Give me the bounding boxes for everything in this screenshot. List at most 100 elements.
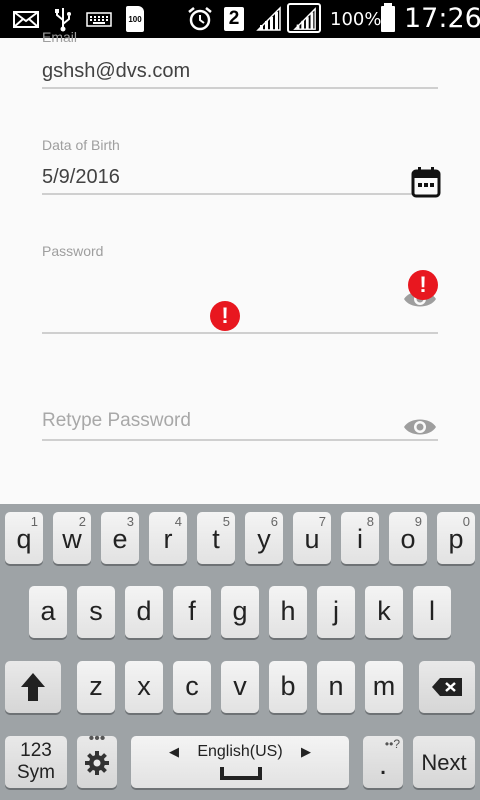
sim2-icon: 2: [224, 7, 244, 31]
language-right-arrow: ▶: [301, 744, 311, 759]
battery-icon: [381, 3, 395, 32]
key-o[interactable]: 9o: [389, 512, 427, 564]
key-label: o: [400, 524, 416, 554]
sd-card-icon: 100: [126, 6, 144, 32]
dob-value: 5/9/2016: [42, 166, 120, 188]
mail-icon: [13, 11, 39, 28]
key-label: y: [257, 524, 271, 554]
symbols-key[interactable]: 123 Sym: [5, 736, 67, 788]
soft-keyboard: 1q2w3e4r5t6y7u8i9o0p a s d f g h j k l z x c v b nm 1…: [0, 504, 480, 800]
key-label: h: [280, 596, 296, 626]
key-label: m: [372, 671, 396, 701]
keyboard-icon: [86, 12, 112, 27]
email-underline: [42, 87, 438, 89]
key-s[interactable]: s: [77, 586, 115, 638]
key-p[interactable]: 0p: [437, 512, 475, 564]
key-l[interactable]: l: [413, 586, 451, 638]
key-d[interactable]: d: [125, 586, 163, 638]
key-y[interactable]: 6y: [245, 512, 283, 564]
key-label: g: [232, 596, 248, 626]
email-label: Email: [42, 29, 78, 45]
key-k[interactable]: k: [365, 586, 403, 638]
key-label: q: [16, 524, 32, 554]
symbols-label-2: Sym: [17, 762, 55, 783]
password-underline: [42, 332, 438, 334]
retype-password-field[interactable]: Retype Password: [42, 404, 398, 438]
eye-icon[interactable]: [402, 414, 438, 440]
key-n[interactable]: n: [317, 661, 355, 713]
key-label: n: [328, 671, 344, 701]
key-label: a: [40, 596, 56, 626]
sim2-label: 2: [228, 8, 240, 29]
key-label: w: [62, 524, 82, 554]
dob-underline: [42, 193, 412, 195]
dob-field[interactable]: 5/9/2016: [42, 160, 402, 194]
shift-key[interactable]: [5, 661, 61, 713]
clock: 17:26: [404, 3, 480, 34]
key-label: b: [280, 671, 296, 701]
key-x[interactable]: x: [125, 661, 163, 713]
alarm-icon: [188, 7, 212, 31]
battery-percent: 100%: [330, 9, 382, 30]
next-label: Next: [421, 750, 467, 775]
gear-icon: [85, 751, 109, 775]
key-v[interactable]: v: [221, 661, 259, 713]
error-icon: !: [210, 301, 240, 331]
key-label: i: [357, 524, 363, 554]
retype-password-placeholder: Retype Password: [42, 410, 191, 431]
space-key[interactable]: ◀ English(US) ▶: [131, 736, 349, 788]
key-label: p: [448, 524, 464, 554]
key-c[interactable]: c: [173, 661, 211, 713]
key-h[interactable]: h: [269, 586, 307, 638]
shift-arrow-icon: [21, 673, 45, 701]
space-bar-icon: [220, 767, 262, 780]
key-label: k: [377, 596, 391, 626]
backspace-key[interactable]: [419, 661, 475, 713]
key-label: u: [304, 524, 320, 554]
key-label: d: [136, 596, 152, 626]
next-key[interactable]: Next: [413, 736, 475, 788]
email-field[interactable]: gshsh@dvs.com: [42, 56, 438, 90]
key-e[interactable]: 3e: [101, 512, 139, 564]
key-label: f: [188, 596, 196, 626]
key-q[interactable]: 1q: [5, 512, 43, 564]
key-z[interactable]: z: [77, 661, 115, 713]
key-w[interactable]: 2w: [53, 512, 91, 564]
key-label: r: [163, 524, 173, 554]
language-label: English(US): [197, 743, 283, 760]
key-f[interactable]: f: [173, 586, 211, 638]
key-m[interactable]: m: [365, 661, 403, 713]
more-dots: •••: [88, 730, 106, 747]
key-b[interactable]: b: [269, 661, 307, 713]
key-r[interactable]: 4r: [149, 512, 187, 564]
password-label: Password: [42, 243, 104, 259]
key-t[interactable]: 5t: [197, 512, 235, 564]
dob-label: Data of Birth: [42, 137, 120, 153]
key-u[interactable]: 7u: [293, 512, 331, 564]
key-i[interactable]: 8i: [341, 512, 379, 564]
email-value: gshsh@dvs.com: [42, 60, 191, 82]
key-label: v: [233, 671, 247, 701]
key-label: j: [333, 596, 339, 626]
key-g[interactable]: g: [221, 586, 259, 638]
key-label: e: [112, 524, 128, 554]
signal-icon: [287, 3, 321, 33]
error-icon: !: [408, 270, 438, 300]
settings-key[interactable]: •••: [77, 730, 117, 788]
key-label: l: [429, 596, 435, 626]
signal-icon: [256, 6, 281, 31]
calendar-icon[interactable]: [410, 166, 442, 198]
key-label: z: [89, 671, 103, 701]
backspace-icon: [432, 678, 462, 696]
retype-password-underline: [42, 439, 438, 441]
key-label: t: [212, 524, 220, 554]
key-label: c: [185, 671, 199, 701]
key-label: x: [137, 671, 151, 701]
period-key[interactable]: ••? .: [363, 736, 403, 788]
key-a[interactable]: a: [29, 586, 67, 638]
period-label: .: [378, 748, 388, 781]
key-label: s: [89, 596, 103, 626]
symbols-label-1: 123: [20, 740, 52, 761]
key-j[interactable]: j: [317, 586, 355, 638]
sd-card-label: 100: [128, 15, 142, 24]
